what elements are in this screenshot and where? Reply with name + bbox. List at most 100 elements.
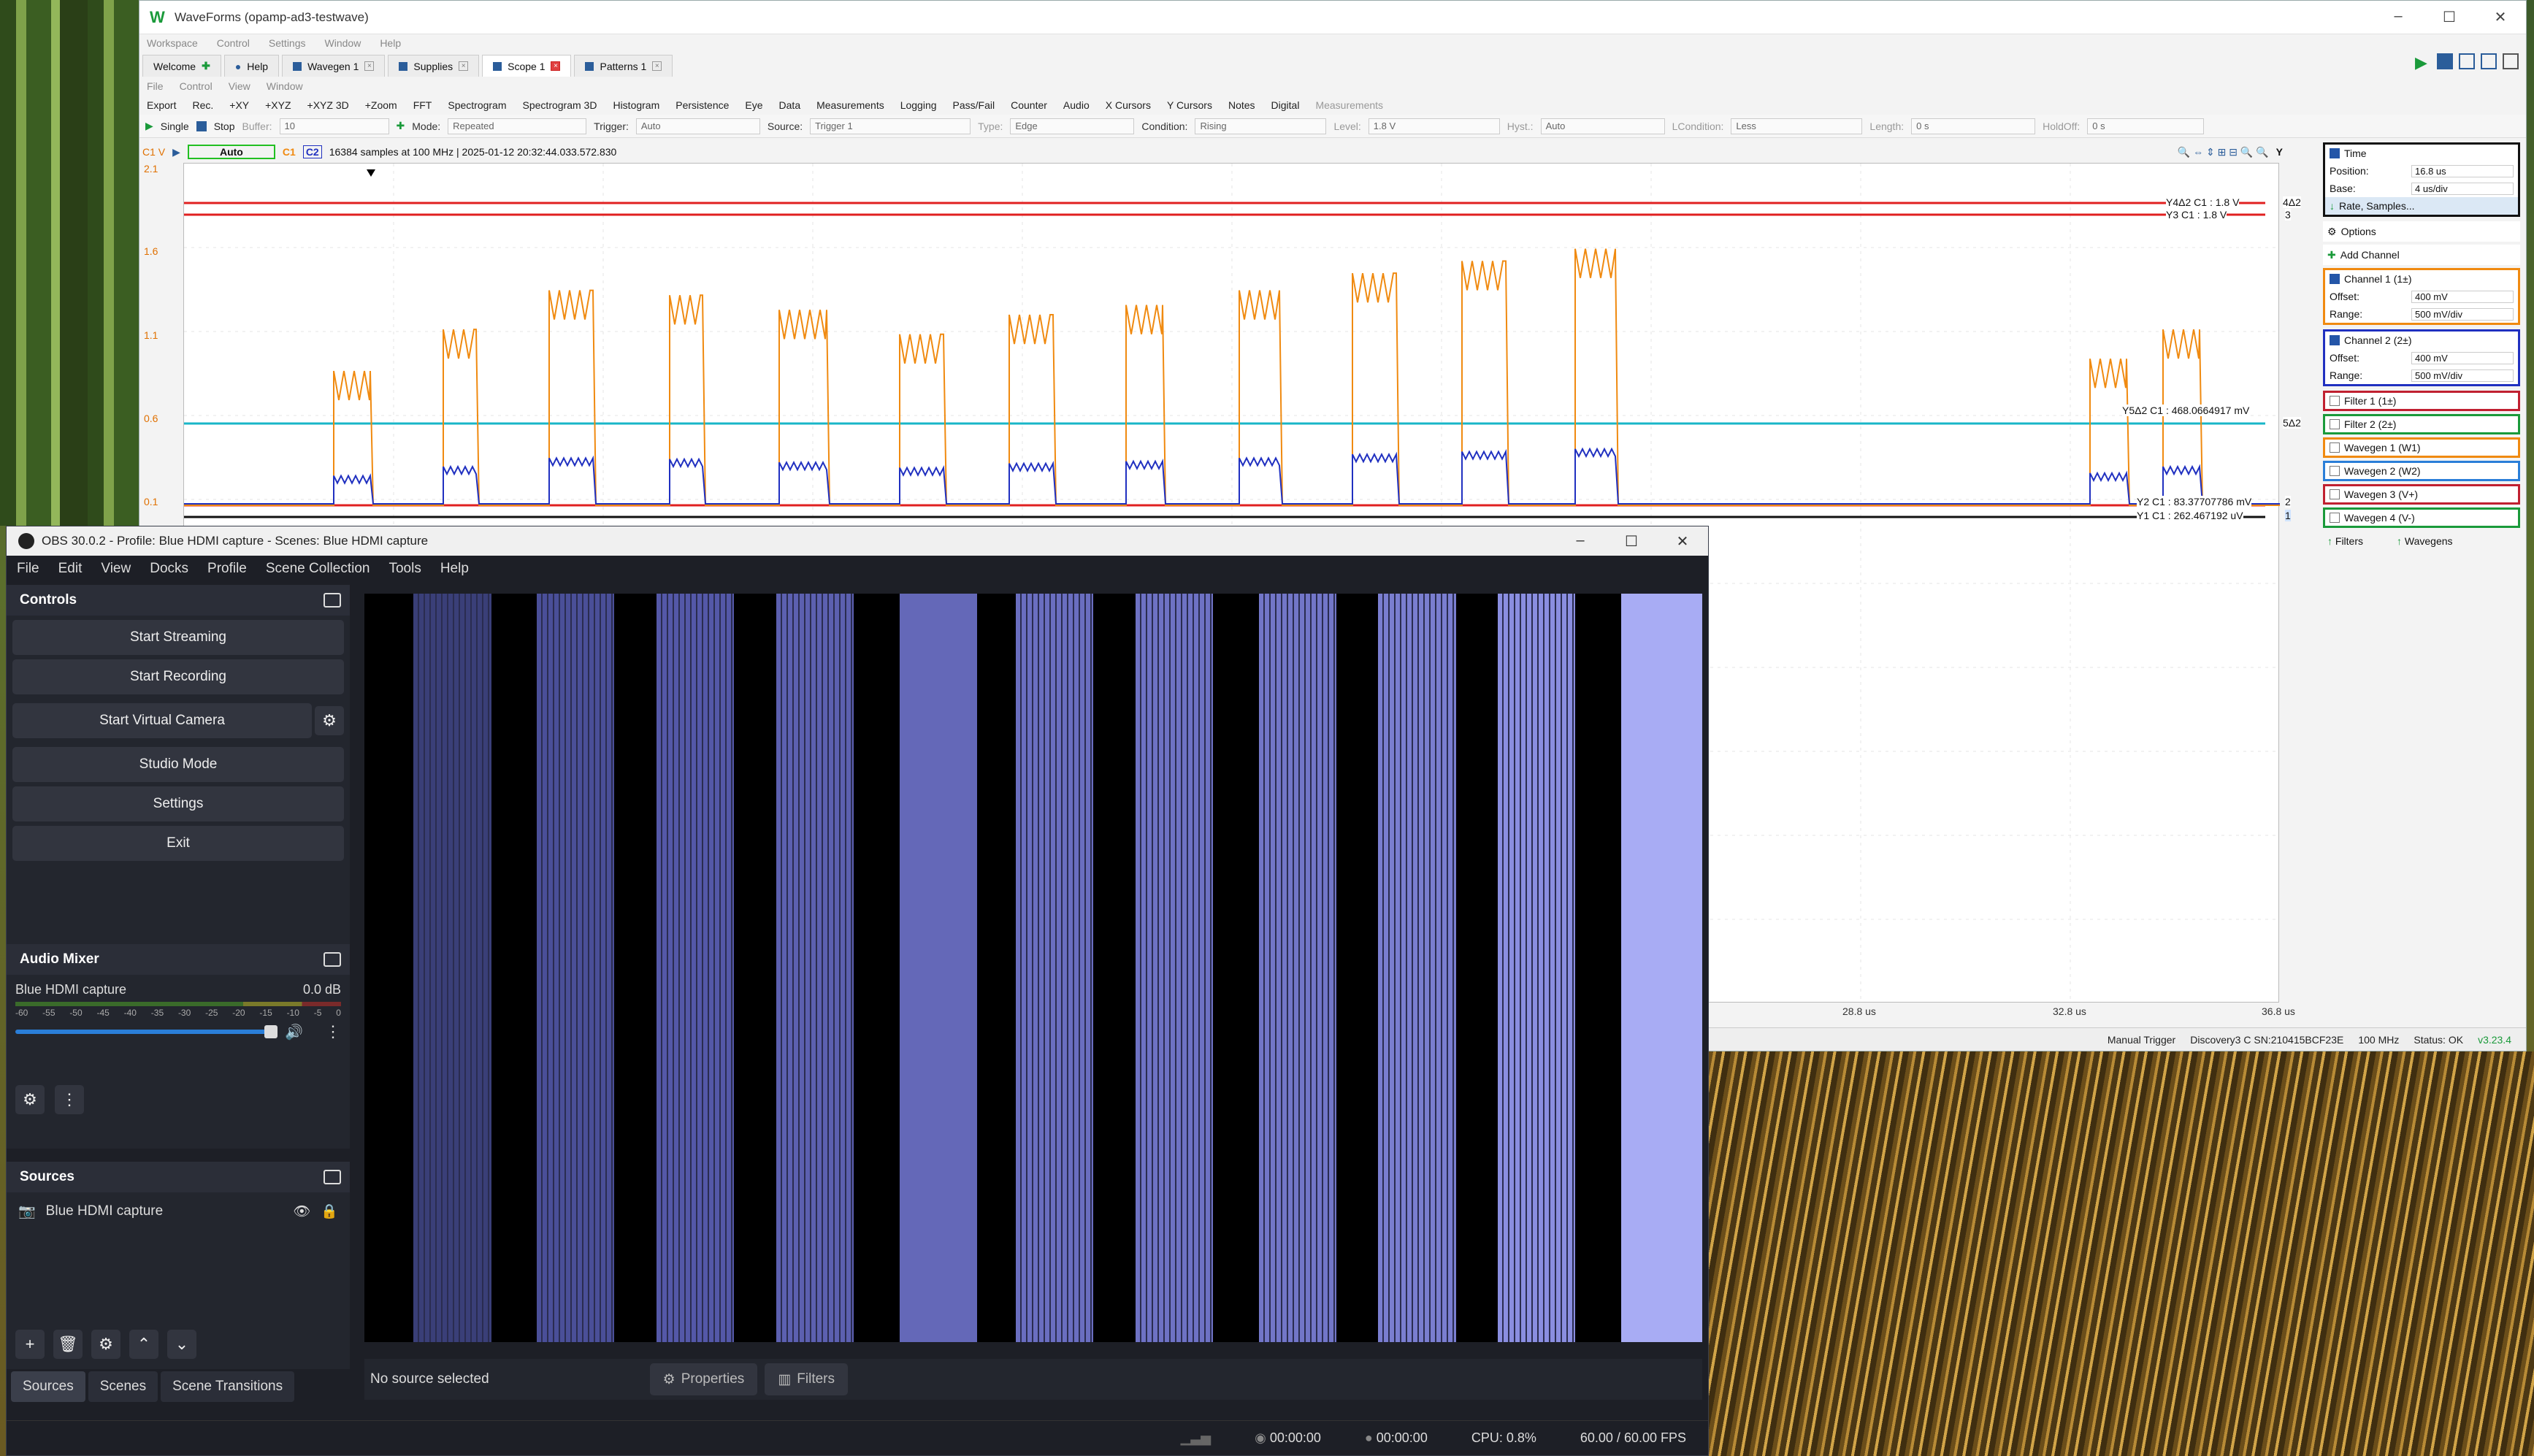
single-button[interactable]: Single xyxy=(161,120,189,132)
toolbar-item[interactable]: Audio xyxy=(1063,99,1090,111)
channel2-checkbox[interactable] xyxy=(2330,335,2340,345)
menu-tools[interactable]: Tools xyxy=(388,561,421,577)
source-select[interactable]: Trigger 1 xyxy=(810,118,971,134)
tab-help[interactable]: ● Help xyxy=(223,55,280,77)
toolbar-item[interactable]: +XY xyxy=(229,99,249,111)
toolbar-item[interactable]: Persistence xyxy=(675,99,729,111)
menu-window[interactable]: Window xyxy=(325,37,361,49)
menu-workspace[interactable]: Workspace xyxy=(147,37,198,49)
add-channel-button[interactable]: ✚ Add Channel xyxy=(2323,245,2520,265)
cursor-tag-3[interactable]: 3 xyxy=(2285,209,2291,221)
maximize-icon[interactable]: ☐ xyxy=(1606,532,1657,551)
time-checkbox[interactable] xyxy=(2330,148,2340,158)
toolbar-item[interactable]: Notes xyxy=(1228,99,1255,111)
channel1-range-select[interactable]: 500 mV/div xyxy=(2411,307,2514,321)
menu-settings[interactable]: Settings xyxy=(269,37,306,49)
add-source-icon[interactable]: + xyxy=(15,1330,45,1359)
more-vertical-icon[interactable]: ⋮ xyxy=(55,1085,84,1114)
cursor-tag-2[interactable]: 2 xyxy=(2285,496,2291,507)
rate-samples-button[interactable]: ↓ Rate, Samples... xyxy=(2325,197,2518,215)
wavegens-button[interactable]: ↑ Wavegens xyxy=(2397,535,2453,547)
tab-supplies[interactable]: Supplies × xyxy=(388,55,480,77)
move-up-icon[interactable]: ⌃ xyxy=(129,1330,158,1359)
close-icon[interactable]: ✕ xyxy=(2475,8,2526,26)
undock-icon[interactable] xyxy=(324,1170,341,1184)
menu-view[interactable]: View xyxy=(229,80,250,92)
toolbar-item[interactable]: +XYZ xyxy=(265,99,291,111)
trash-icon[interactable]: 🗑 xyxy=(53,1330,83,1359)
start-virtual-camera-button[interactable]: Start Virtual Camera xyxy=(12,703,312,738)
device-info[interactable]: Discovery3 C SN:210415BCF23E xyxy=(2190,1034,2343,1046)
wavegen1-item[interactable]: Wavegen 1 (W1) xyxy=(2323,437,2520,458)
wavegen1-checkbox[interactable] xyxy=(2330,442,2340,453)
move-down-icon[interactable]: ⌄ xyxy=(167,1330,196,1359)
toolbar-item[interactable]: Rec. xyxy=(192,99,213,111)
channel1-offset-field[interactable]: 400 mV xyxy=(2411,290,2514,303)
stop-button[interactable]: Stop xyxy=(214,120,235,132)
add-icon[interactable]: ✚ xyxy=(202,60,210,72)
menu-docks[interactable]: Docks xyxy=(150,561,188,577)
speaker-icon[interactable]: 🔊 xyxy=(285,1023,303,1041)
level-field[interactable]: 1.8 V xyxy=(1368,118,1500,134)
tab-close-icon[interactable]: × xyxy=(459,61,469,71)
minimize-icon[interactable]: – xyxy=(1555,532,1606,551)
wavegen3-item[interactable]: Wavegen 3 (V+) xyxy=(2323,484,2520,505)
cursor-tag-4d2[interactable]: 4Δ2 xyxy=(2283,196,2301,208)
trigger-select[interactable]: Auto xyxy=(635,118,760,134)
toolbar-item[interactable]: Counter xyxy=(1011,99,1047,111)
tab-patterns[interactable]: Patterns 1 × xyxy=(574,55,673,77)
toolbar-item[interactable]: Measurements xyxy=(1315,99,1383,111)
panel-icon[interactable] xyxy=(2503,53,2519,69)
wavegen4-checkbox[interactable] xyxy=(2330,513,2340,523)
menu-help[interactable]: Help xyxy=(440,561,469,577)
toolbar-item[interactable]: Histogram xyxy=(613,99,659,111)
wavegen2-checkbox[interactable] xyxy=(2330,466,2340,476)
wavegen3-checkbox[interactable] xyxy=(2330,489,2340,499)
tab-close-icon[interactable]: × xyxy=(551,61,561,71)
y-button[interactable]: Y xyxy=(2276,146,2283,158)
menu-profile[interactable]: Profile xyxy=(207,561,247,577)
menu-file[interactable]: File xyxy=(147,80,164,92)
gear-icon[interactable]: ⚙ xyxy=(315,706,344,735)
channel2-offset-field[interactable]: 400 mV xyxy=(2411,351,2514,364)
toolbar-item[interactable]: Digital xyxy=(1271,99,1300,111)
volume-slider[interactable] xyxy=(15,1025,278,1038)
toolbar-item[interactable]: Spectrogram 3D xyxy=(523,99,597,111)
exit-button[interactable]: Exit xyxy=(12,826,344,861)
minimize-icon[interactable]: – xyxy=(2373,8,2424,26)
toolbar-item[interactable]: Measurements xyxy=(816,99,884,111)
position-field[interactable]: 16.8 us xyxy=(2411,164,2514,177)
filter1-item[interactable]: Filter 1 (1±) xyxy=(2323,391,2520,411)
length-field[interactable]: 0 s xyxy=(1911,118,2036,134)
trigger-position-marker[interactable] xyxy=(367,169,375,177)
channel2-range-select[interactable]: 500 mV/div xyxy=(2411,369,2514,382)
tab-close-icon[interactable]: × xyxy=(364,61,375,71)
properties-button[interactable]: ⚙ Properties xyxy=(649,1363,758,1395)
type-select[interactable]: Edge xyxy=(1010,118,1135,134)
toolbar-item[interactable]: Export xyxy=(147,99,176,111)
toolbar-item[interactable]: FFT xyxy=(413,99,432,111)
filter1-checkbox[interactable] xyxy=(2330,396,2340,406)
channel2-tag[interactable]: C2 xyxy=(302,145,322,158)
holdoff-field[interactable]: 0 s xyxy=(2087,118,2205,134)
preview-canvas[interactable] xyxy=(364,594,1702,1342)
start-streaming-button[interactable]: Start Streaming xyxy=(12,620,344,655)
volume-slider-handle[interactable] xyxy=(264,1025,278,1038)
menu-edit[interactable]: Edit xyxy=(58,561,83,577)
menu-file[interactable]: File xyxy=(17,561,39,577)
menu-control[interactable]: Control xyxy=(217,37,250,49)
buffer-field[interactable]: 10 xyxy=(279,118,389,134)
menu-control[interactable]: Control xyxy=(180,80,213,92)
cursor-tag-5d2[interactable]: 5Δ2 xyxy=(2283,417,2301,429)
tab-sources[interactable]: Sources xyxy=(11,1371,85,1402)
toolbar-item[interactable]: Pass/Fail xyxy=(953,99,995,111)
tab-scope[interactable]: Scope 1 × xyxy=(482,55,572,77)
filters-button[interactable]: ↑ Filters xyxy=(2327,535,2363,547)
undock-icon[interactable] xyxy=(324,952,341,967)
source-item[interactable]: 📷 Blue HDMI capture 👁 🔒 xyxy=(7,1192,350,1230)
channel1-checkbox[interactable] xyxy=(2330,274,2340,284)
layout-icon[interactable] xyxy=(2459,53,2475,69)
dock-icon[interactable] xyxy=(2481,53,2497,69)
wavegen2-item[interactable]: Wavegen 2 (W2) xyxy=(2323,461,2520,481)
expand-icon[interactable]: ▶ xyxy=(172,146,180,158)
